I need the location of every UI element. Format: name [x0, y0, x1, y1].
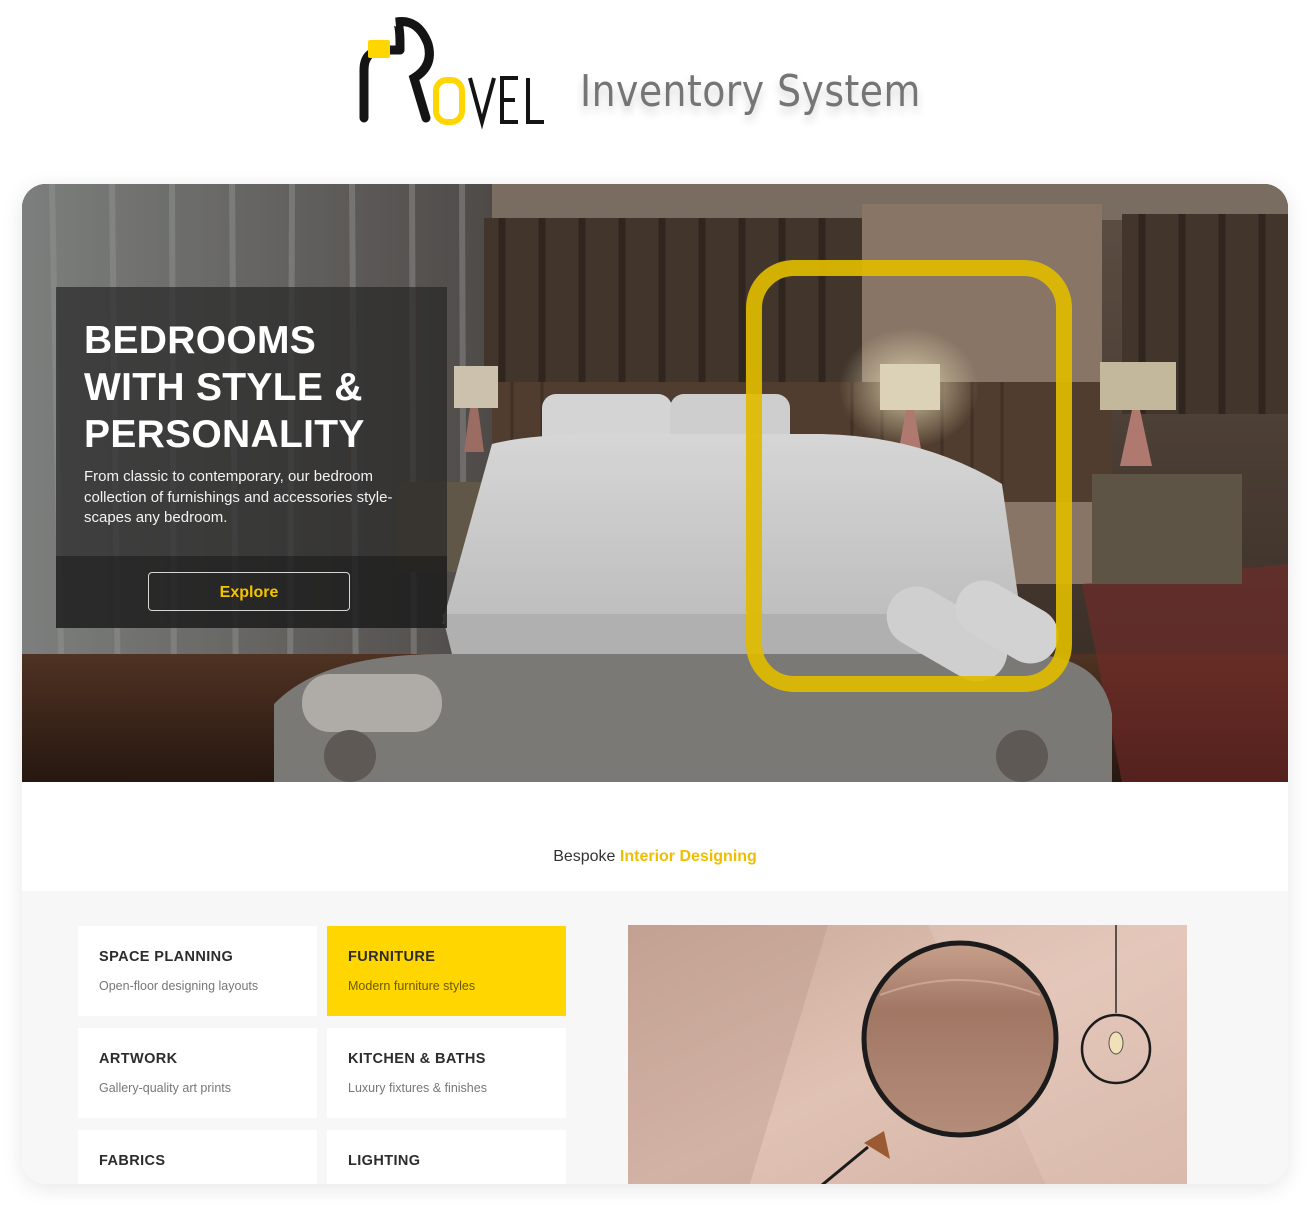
app-title: Inventory System	[580, 66, 921, 117]
service-tile-artwork[interactable]: ARTWORK Gallery-quality art prints	[78, 1028, 317, 1118]
service-title: LIGHTING	[348, 1153, 421, 1169]
service-subtitle: Luxury fixtures & finishes	[348, 1081, 487, 1095]
service-tile-lighting[interactable]: LIGHTING	[327, 1130, 566, 1184]
hero-title-line: WITH STYLE &	[84, 366, 363, 409]
service-tile-kitchen-baths[interactable]: KITCHEN & BATHS Luxury fixtures & finish…	[327, 1028, 566, 1118]
website-preview: BEDROOMS WITH STYLE & PERSONALITY From c…	[22, 184, 1288, 1184]
service-subtitle: Gallery-quality art prints	[99, 1081, 231, 1095]
brand-header: Inventory System	[356, 14, 956, 134]
section-heading-prefix: Bespoke	[553, 848, 616, 865]
service-tile-furniture[interactable]: FURNITURE Modern furniture styles	[327, 926, 566, 1016]
hero-title-line: PERSONALITY	[84, 413, 365, 456]
service-title: FURNITURE	[348, 949, 436, 965]
interior-room-image	[628, 925, 1187, 1184]
rovel-logo	[359, 16, 544, 130]
section-heading: Bespoke Interior Designing	[22, 848, 1288, 866]
hero-description: From classic to contemporary, our bedroo…	[84, 468, 393, 526]
service-title: ARTWORK	[99, 1051, 178, 1067]
service-title: KITCHEN & BATHS	[348, 1051, 486, 1067]
explore-button[interactable]: Explore	[148, 572, 350, 611]
service-subtitle: Open-floor designing layouts	[99, 979, 259, 993]
service-subtitle: Modern furniture styles	[348, 979, 476, 993]
hero-text-panel: BEDROOMS WITH STYLE & PERSONALITY From c…	[56, 287, 447, 628]
hero-section: BEDROOMS WITH STYLE & PERSONALITY From c…	[22, 184, 1288, 782]
mirror-room-illustration	[628, 925, 1187, 1184]
service-title: SPACE PLANNING	[99, 949, 234, 965]
hero-title-line: BEDROOMS	[84, 319, 317, 362]
hero-title: BEDROOMS WITH STYLE & PERSONALITY	[84, 317, 444, 458]
service-title: FABRICS	[99, 1153, 166, 1169]
service-tile-fabrics[interactable]: FABRICS	[78, 1130, 317, 1184]
service-tile-space-planning[interactable]: SPACE PLANNING Open-floor designing layo…	[78, 926, 317, 1016]
services-section: SPACE PLANNING Open-floor designing layo…	[22, 891, 1288, 1184]
section-heading-highlight: Interior Designing	[619, 848, 757, 865]
